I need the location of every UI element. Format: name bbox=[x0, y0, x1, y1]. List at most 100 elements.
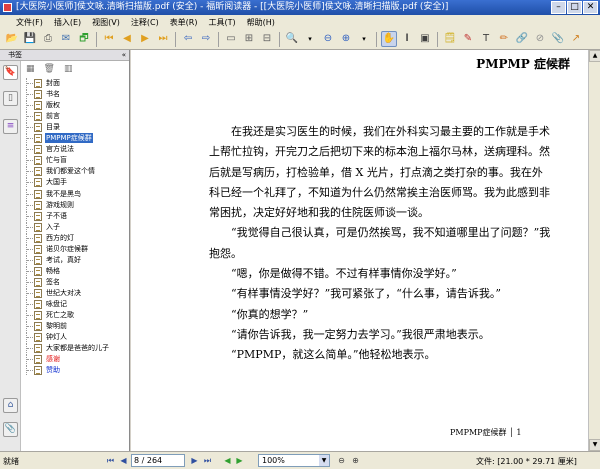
tree-line bbox=[26, 332, 34, 343]
print-icon[interactable]: ⎙ bbox=[40, 31, 56, 47]
first-page-icon[interactable]: ⏮ bbox=[101, 31, 117, 47]
select-text-icon[interactable]: 𝐈 bbox=[399, 31, 415, 47]
bookmark-label: 书名 bbox=[46, 90, 60, 99]
forward-nav-icon[interactable]: ▶ bbox=[234, 455, 245, 466]
tree-line bbox=[26, 144, 34, 155]
pages-tab-icon[interactable]: ▯ bbox=[3, 91, 18, 106]
bookmark-page-icon bbox=[34, 90, 42, 100]
open-web-icon[interactable]: 🗗 bbox=[76, 31, 92, 47]
zoom-dropdown-icon[interactable]: ▾ bbox=[302, 31, 318, 47]
title-bar: [大医院小医师]侯文咏.清晰扫描版.pdf (安全) - 福昕阅读器 - [[大… bbox=[0, 0, 600, 15]
scroll-down-icon[interactable]: ▼ bbox=[589, 439, 600, 451]
bookmark-page-icon bbox=[34, 266, 42, 276]
zoom-in-status-icon[interactable]: ⊕ bbox=[350, 455, 361, 466]
bookmark-page-icon bbox=[34, 222, 42, 232]
bookmark-page-icon bbox=[34, 322, 42, 332]
menu-form[interactable]: 表单(R) bbox=[170, 17, 198, 28]
zoom-in-icon[interactable]: 🔍 bbox=[284, 31, 300, 47]
maximize-button[interactable]: □ bbox=[567, 1, 582, 14]
fit-page-icon[interactable]: ⊞ bbox=[241, 31, 257, 47]
bookmark-label: 入子 bbox=[46, 222, 60, 231]
chevron-down-icon[interactable]: ▼ bbox=[319, 455, 329, 466]
back-icon[interactable]: ⇦ bbox=[180, 31, 196, 47]
email-icon[interactable]: ✉ bbox=[58, 31, 74, 47]
fit-width-icon[interactable]: ⊟ bbox=[259, 31, 275, 47]
menu-bar: 文件(F) 插入(E) 视图(V) 注释(C) 表单(R) 工具(T) 帮助(H… bbox=[0, 15, 600, 29]
next-page-nav-icon[interactable]: ▶ bbox=[189, 455, 200, 466]
bookmark-label: 游戏规则 bbox=[46, 200, 74, 209]
actual-size-icon[interactable]: ▭ bbox=[223, 31, 239, 47]
typewriter-icon[interactable]: T bbox=[478, 31, 494, 47]
collapse-icon[interactable]: « bbox=[122, 50, 126, 61]
arrow-icon[interactable]: ↗ bbox=[568, 31, 584, 47]
snapshot-icon[interactable]: ▣ bbox=[417, 31, 433, 47]
zoom-out-icon[interactable]: ⊖ bbox=[320, 31, 336, 47]
next-page-icon[interactable]: ▶ bbox=[137, 31, 153, 47]
tree-line bbox=[26, 354, 34, 365]
menu-help[interactable]: 帮助(H) bbox=[247, 17, 275, 28]
rotate-icon[interactable]: ⊕ bbox=[338, 31, 354, 47]
pencil-icon[interactable]: ✏ bbox=[496, 31, 512, 47]
bookmark-page-icon bbox=[34, 288, 42, 298]
bookmark-label: 官方说法 bbox=[46, 145, 74, 154]
pdf-page[interactable]: PMPMP 症候群 在我还是实习医生的时候，我们在外科实习最主要的工作就是手术上… bbox=[131, 50, 588, 451]
bookmark-label: 感谢 bbox=[46, 355, 60, 364]
bookmark-label: PMPMP症候群 bbox=[45, 133, 93, 144]
page-footer: PMPMP症候群 │ 1 bbox=[450, 428, 522, 437]
clip-tab-icon[interactable]: 📎 bbox=[3, 422, 18, 437]
bookmark-page-icon bbox=[34, 211, 42, 221]
bookmark-label: 大家都是爸爸的儿子 bbox=[46, 344, 109, 353]
expand-icon[interactable]: ▦ bbox=[26, 64, 35, 74]
page-number-input[interactable]: 8 / 264 bbox=[131, 454, 185, 467]
rotate-dropdown-icon[interactable]: ▾ bbox=[356, 31, 372, 47]
delete-icon[interactable]: 🗑 bbox=[44, 64, 55, 74]
attachments-tab-icon[interactable]: ⌂ bbox=[3, 398, 18, 413]
prev-page-icon[interactable]: ◀ bbox=[119, 31, 135, 47]
hand-tool-icon[interactable]: ✋ bbox=[381, 31, 397, 47]
tree-line bbox=[26, 221, 34, 232]
link-icon[interactable]: 🔗 bbox=[514, 31, 530, 47]
prev-page-nav-icon[interactable]: ◀ bbox=[118, 455, 129, 466]
note-icon[interactable]: 🗒 bbox=[442, 31, 458, 47]
toolbar-separator bbox=[437, 31, 438, 47]
last-page-icon[interactable]: ⏭ bbox=[155, 31, 171, 47]
minimize-button[interactable]: – bbox=[551, 1, 566, 14]
bookmark-page-icon bbox=[34, 112, 42, 122]
menu-file[interactable]: 文件(F) bbox=[16, 17, 43, 28]
back-nav-icon[interactable]: ◀ bbox=[222, 455, 233, 466]
bookmark-label: 咏盘记 bbox=[46, 300, 67, 308]
last-page-nav-icon[interactable]: ⏭ bbox=[202, 455, 213, 466]
close-button[interactable]: ✕ bbox=[583, 1, 598, 14]
options-icon[interactable]: ▥ bbox=[64, 64, 73, 74]
first-page-nav-icon[interactable]: ⏮ bbox=[105, 455, 116, 466]
zoom-out-status-icon[interactable]: ⊖ bbox=[336, 455, 347, 466]
menu-comment[interactable]: 注释(C) bbox=[131, 17, 159, 28]
vertical-scrollbar[interactable]: ▲ ▼ bbox=[588, 50, 600, 451]
toolbar-separator bbox=[218, 31, 219, 47]
layers-tab-icon[interactable]: ≡ bbox=[3, 119, 18, 134]
bookmark-label: 诺贝尔症候群 bbox=[46, 244, 88, 253]
bookmark-page-icon bbox=[34, 79, 42, 88]
bookmark-label: 大国手 bbox=[46, 178, 67, 187]
menu-tools[interactable]: 工具(T) bbox=[209, 17, 236, 28]
scroll-up-icon[interactable]: ▲ bbox=[589, 50, 600, 62]
zoom-select[interactable]: 100% ▼ bbox=[258, 454, 330, 467]
tree-line bbox=[26, 343, 34, 354]
bookmark-label: 死亡之歌 bbox=[46, 311, 74, 320]
highlight-icon[interactable]: ✎ bbox=[460, 31, 476, 47]
bookmark-label: 封面 bbox=[46, 79, 60, 87]
stamp-icon[interactable]: ⊘ bbox=[532, 31, 548, 47]
forward-icon[interactable]: ⇨ bbox=[198, 31, 214, 47]
bookmark-label: 黎明前 bbox=[46, 322, 67, 331]
attach-icon[interactable]: 📎 bbox=[550, 31, 566, 47]
bookmark-page-icon bbox=[34, 344, 42, 354]
tree-line bbox=[26, 177, 34, 188]
menu-view[interactable]: 视图(V) bbox=[92, 17, 120, 28]
menu-insert[interactable]: 插入(E) bbox=[54, 17, 81, 28]
save-icon[interactable]: 💾 bbox=[22, 31, 38, 47]
bookmarks-tab-icon[interactable]: 🔖 bbox=[3, 65, 18, 80]
open-folder-icon[interactable]: 📂 bbox=[4, 31, 20, 47]
paragraph: “PMPMP，就这么简单。”他轻松地表示。 bbox=[231, 348, 436, 362]
bookmark-page-icon bbox=[34, 300, 42, 309]
bookmark-label: 我们都爱这个情 bbox=[46, 167, 95, 176]
